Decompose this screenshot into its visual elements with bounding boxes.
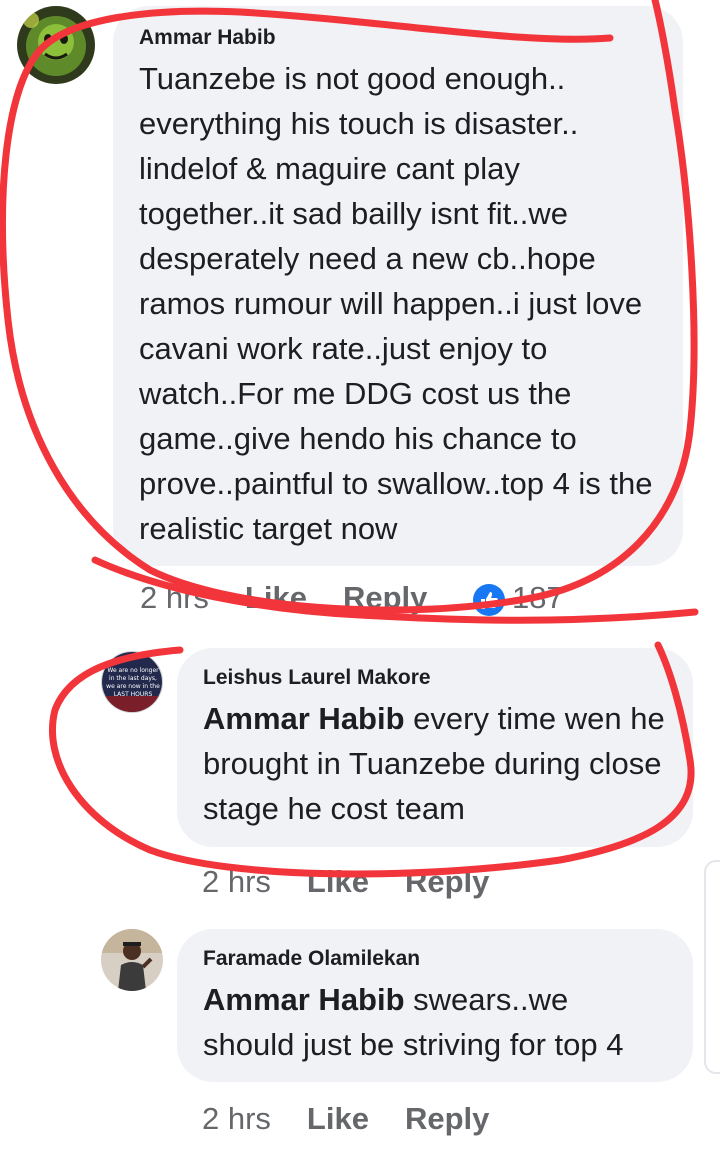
comment-time[interactable]: 2 hrs (140, 580, 209, 615)
comment-text: Ammar Habib swears..we should just be st… (203, 977, 667, 1067)
mention-link[interactable]: Ammar Habib (203, 982, 405, 1017)
comment-author[interactable]: Faramade Olamilekan (203, 947, 667, 971)
like-button[interactable]: Like (307, 1101, 369, 1136)
comment-text: Ammar Habib every time wen he brought in… (203, 696, 667, 831)
comment-time[interactable]: 2 hrs (202, 1101, 271, 1136)
reply-button[interactable]: Reply (405, 864, 489, 899)
comment-actions: 2 hrs Like Reply (202, 1101, 525, 1137)
comment-actions: 2 hrs Like Reply (202, 864, 525, 900)
like-button[interactable]: Like (245, 580, 307, 615)
reaction-summary[interactable]: 187 (463, 580, 599, 616)
avatar[interactable]: We are no longer in the last days, we ar… (101, 651, 163, 713)
avatar[interactable] (101, 929, 163, 991)
person-photo-avatar-icon (101, 929, 163, 991)
reply-button[interactable]: Reply (405, 1101, 489, 1136)
svg-text:We are no longer: We are no longer (107, 667, 159, 674)
avatar[interactable] (17, 6, 95, 84)
svg-text:we are now in the: we are now in the (106, 683, 160, 690)
comment-time[interactable]: 2 hrs (202, 864, 271, 899)
svg-text:in the last days,: in the last days, (109, 675, 157, 682)
mention-link[interactable]: Ammar Habib (203, 701, 405, 736)
comment-bubble[interactable]: Leishus Laurel Makore Ammar Habib every … (177, 648, 693, 847)
comment-author[interactable]: Ammar Habib (139, 26, 657, 50)
comment-text: Tuanzebe is not good enough.. everything… (139, 61, 653, 546)
reply-button[interactable]: Reply (343, 580, 427, 615)
svg-text:LAST HOURS: LAST HOURS (114, 691, 153, 698)
edge-handle[interactable] (704, 860, 720, 1074)
quote-image-avatar-icon: We are no longer in the last days, we ar… (102, 652, 162, 712)
reaction-count: 187 (512, 580, 564, 615)
like-button[interactable]: Like (307, 864, 369, 899)
green-creature-avatar-icon (17, 6, 95, 84)
like-reaction-icon (473, 583, 505, 616)
comment-bubble[interactable]: Ammar Habib Tuanzebe is not good enough.… (113, 6, 683, 566)
comment-author[interactable]: Leishus Laurel Makore (203, 666, 667, 690)
comment-bubble[interactable]: Faramade Olamilekan Ammar Habib swears..… (177, 929, 693, 1082)
comment-actions: 2 hrs Like Reply 187 (140, 580, 600, 617)
